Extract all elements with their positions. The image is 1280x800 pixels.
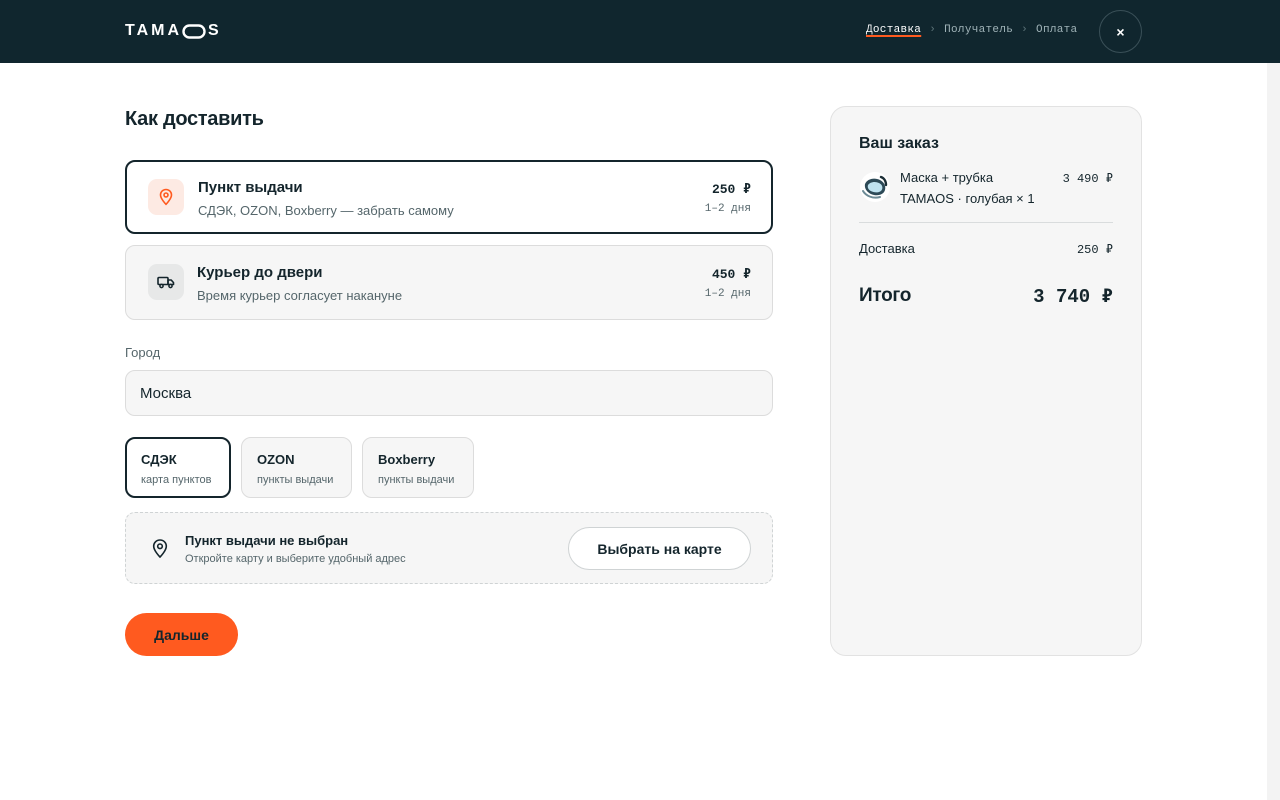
- carrier-title: СДЭК: [141, 452, 177, 467]
- scrollbar-track[interactable]: [1267, 0, 1280, 800]
- carrier-subtitle: карта пунктов: [141, 474, 212, 486]
- option-title: Курьер до двери: [197, 264, 323, 281]
- option-eta: 1–2 дня: [704, 203, 751, 215]
- chevron-right-icon: ›: [929, 24, 937, 36]
- pickup-status-hint: Откройте карту и выберите удобный адрес: [185, 553, 406, 565]
- city-input[interactable]: [125, 370, 773, 416]
- carrier-chip-ozon[interactable]: OZON пункты выдачи: [241, 437, 352, 498]
- option-price: 250 ₽: [711, 182, 751, 197]
- carrier-subtitle: пункты выдачи: [378, 474, 455, 486]
- carrier-title: OZON: [257, 452, 295, 467]
- delivery-option-courier[interactable]: Курьер до двери Время курьер согласует н…: [125, 245, 773, 320]
- step-payment[interactable]: Оплата: [1036, 24, 1077, 36]
- delivery-cost-value: 250 ₽: [1076, 243, 1113, 257]
- item-name: Маска + трубка: [900, 170, 994, 185]
- logo-text: TAMA: [125, 22, 183, 39]
- top-bar: TAMA S Доставка › Получатель › Оплата ×: [0, 0, 1267, 63]
- close-icon: ×: [1116, 23, 1125, 40]
- pickup-status-title: Пункт выдачи не выбран: [185, 533, 349, 548]
- option-subtitle: СДЭК, OZON, Boxberry — забрать самому: [198, 203, 454, 218]
- carrier-subtitle: пункты выдачи: [257, 474, 334, 486]
- location-pin-icon: [148, 179, 184, 215]
- choose-on-map-button[interactable]: Выбрать на карте: [568, 527, 751, 570]
- mask-logo-icon: [182, 23, 206, 39]
- order-summary: Ваш заказ Маска + трубка TAMAOS · голуба…: [830, 106, 1142, 656]
- summary-title: Ваш заказ: [859, 135, 939, 152]
- logo-text-tail: S: [208, 22, 222, 39]
- option-title: Пункт выдачи: [198, 179, 303, 196]
- snorkel-mask-thumbnail: [860, 172, 890, 202]
- item-variant: TAMAOS · голубая × 1: [900, 191, 1035, 206]
- pickup-point-panel: Пункт выдачи не выбран Откройте карту и …: [125, 512, 773, 584]
- scrollbar-thumb[interactable]: [1267, 0, 1280, 63]
- total-label: Итого: [859, 285, 912, 306]
- step-delivery[interactable]: Доставка: [866, 24, 921, 36]
- logo[interactable]: TAMA S: [125, 21, 222, 41]
- step-recipient[interactable]: Получатель: [944, 24, 1013, 36]
- carrier-chip-boxberry[interactable]: Boxberry пункты выдачи: [362, 437, 474, 498]
- checkout-steps: Доставка › Получатель › Оплата: [866, 24, 1077, 36]
- close-button[interactable]: ×: [1099, 10, 1142, 53]
- next-button[interactable]: Дальше: [125, 613, 238, 656]
- chevron-right-icon: ›: [1021, 24, 1029, 36]
- location-pin-icon: [152, 539, 168, 559]
- truck-icon: [148, 264, 184, 300]
- carrier-chip-cdek[interactable]: СДЭК карта пунктов: [125, 437, 231, 498]
- item-price: 3 490 ₽: [1062, 172, 1113, 186]
- delivery-option-pickup[interactable]: Пункт выдачи СДЭК, OZON, Boxberry — забр…: [125, 160, 773, 234]
- city-label: Город: [125, 345, 161, 360]
- carrier-title: Boxberry: [378, 452, 436, 467]
- option-eta: 1–2 дня: [704, 288, 751, 300]
- delivery-cost-label: Доставка: [859, 241, 915, 256]
- option-price: 450 ₽: [711, 267, 751, 282]
- summary-divider: [859, 222, 1113, 223]
- option-subtitle: Время курьер согласует накануне: [197, 288, 403, 303]
- total-value: 3 740 ₽: [1033, 286, 1113, 308]
- page-title: Как доставить: [125, 108, 264, 130]
